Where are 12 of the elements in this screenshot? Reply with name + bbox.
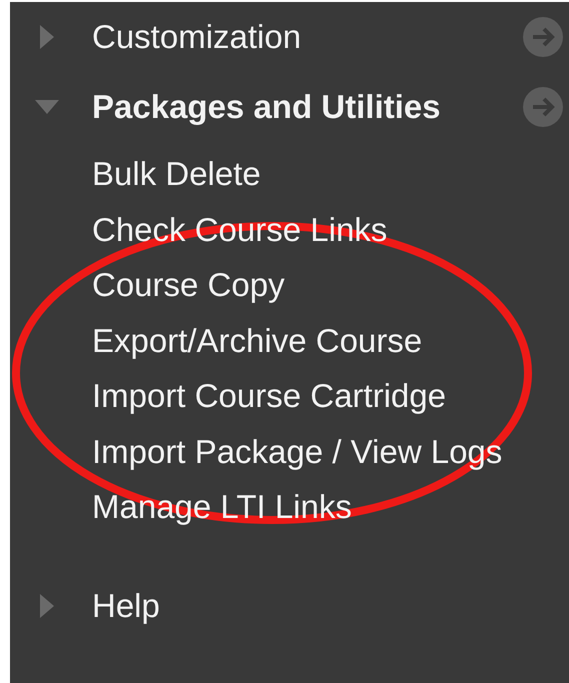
menu-section[interactable]: Help <box>92 586 569 624</box>
menu-item[interactable]: Import Course Cartridge <box>92 368 446 424</box>
menu-section[interactable]: Packages and Utilities <box>92 88 523 126</box>
menu-section[interactable]: Customization <box>92 18 523 56</box>
menu-item[interactable]: Bulk Delete <box>92 146 261 202</box>
collapse-triangle-icon[interactable] <box>35 100 59 114</box>
arrow-circle-icon[interactable] <box>523 17 563 57</box>
menu-item[interactable]: Course Copy <box>92 257 285 312</box>
expand-triangle-icon[interactable] <box>40 594 54 618</box>
arrow-circle-icon[interactable] <box>523 87 563 127</box>
expand-triangle-icon[interactable] <box>40 25 54 49</box>
menu-item[interactable]: Export/Archive Course <box>92 312 422 368</box>
